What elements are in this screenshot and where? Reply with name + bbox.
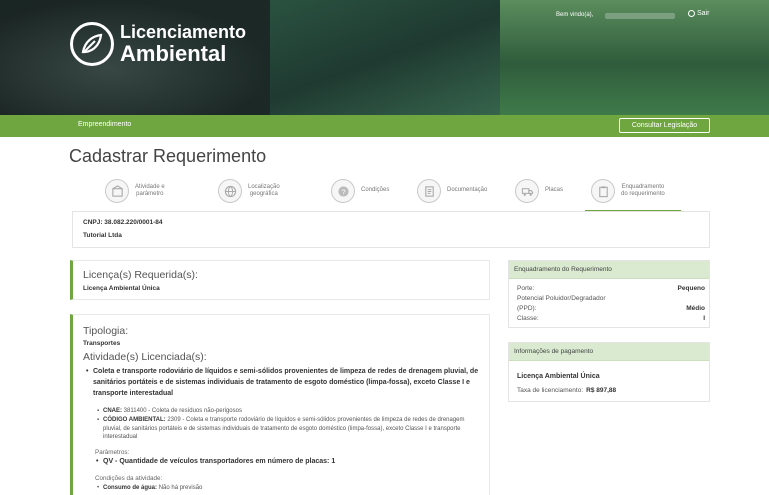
- consult-legislation-button[interactable]: Consultar Legislação: [619, 118, 710, 133]
- license-heading: Licença(s) Requerida(s):: [83, 269, 198, 281]
- page-title: Cadastrar Requerimento: [69, 146, 267, 166]
- globe-icon: [218, 179, 242, 203]
- svg-text:?: ?: [341, 187, 345, 196]
- classe-value: I: [703, 315, 705, 322]
- fee-value: R$ 897,88: [586, 387, 617, 394]
- classification-heading: Enquadramento do Requerimento: [509, 261, 709, 279]
- step-label: Enquadramento: [621, 183, 665, 190]
- license-value: Licença Ambiental Única: [83, 285, 160, 292]
- activity-text: Coleta e transporte rodoviário de líquid…: [93, 368, 479, 397]
- step-sublabel: parâmetro: [136, 191, 164, 197]
- payment-panel: Informações de pagamento Licença Ambient…: [508, 342, 710, 402]
- box-icon: [105, 179, 129, 203]
- cnae-label: CNAE:: [103, 408, 122, 414]
- payment-fee: Taxa de licenciamento: R$ 897,88: [517, 387, 616, 394]
- ppd-value: Médio: [686, 305, 705, 312]
- bullet-icon: •: [96, 458, 99, 465]
- water-label: Consumo de água:: [103, 485, 158, 491]
- logout-label: Sair: [697, 10, 710, 17]
- question-icon: ?: [331, 179, 355, 203]
- brand-line1: Licenciamento: [120, 22, 247, 42]
- payment-license: Licença Ambiental Única: [517, 373, 600, 380]
- welcome-text: Bem vindo(a),: [556, 12, 594, 18]
- company-name: Tutorial Ltda: [83, 232, 122, 239]
- typology-panel: Tipologia: Transportes Atividade(s) Lice…: [70, 314, 490, 495]
- typology-heading: Tipologia:: [83, 325, 129, 337]
- cnae-item: ▪ CNAE: 3811400 - Coleta de resíduos não…: [97, 407, 479, 416]
- bullet-icon: ▪: [97, 417, 100, 423]
- classe-row: Classe: I: [517, 315, 705, 322]
- company-info: CNPJ: 38.082.220/0001-84 Tutorial Ltda: [72, 211, 710, 248]
- step-label: Placas: [545, 187, 564, 194]
- step-placas[interactable]: Placas: [515, 174, 563, 208]
- bullet-icon: •: [97, 485, 100, 491]
- logout-link[interactable]: Sair: [688, 10, 709, 17]
- activity-item: • Coleta e transporte rodoviário de líqu…: [86, 367, 481, 400]
- activities-heading: Atividade(s) Licenciada(s):: [83, 351, 207, 363]
- step-label: Documentação: [447, 187, 488, 194]
- water-value: Não há previsão: [158, 485, 203, 491]
- step-sublabel: do requerimento: [621, 191, 665, 197]
- company-cnpj: CNPJ: 38.082.220/0001-84: [83, 219, 163, 226]
- porte-label: Porte:: [517, 285, 535, 292]
- main-navbar: Empreendimento Consultar Legislação: [0, 115, 769, 137]
- truck-icon: [515, 179, 539, 203]
- fee-label: Taxa de licenciamento:: [517, 387, 584, 394]
- step-label: Localização: [248, 183, 280, 190]
- step-localizacao[interactable]: Localização geográfica: [218, 174, 280, 208]
- ppd-label: Potencial Poluidor/Degradador: [517, 295, 606, 302]
- codigo-label: CÓDIGO AMBIENTAL:: [103, 417, 166, 423]
- porte-row: Porte: Pequeno: [517, 285, 705, 292]
- clipboard-icon: [591, 179, 615, 203]
- brand-line2: Ambiental: [120, 40, 227, 66]
- conditions-label: Condições da atividade:: [95, 475, 163, 482]
- classe-label: Classe:: [517, 315, 539, 322]
- classification-panel: Enquadramento do Requerimento Porte: Peq…: [508, 260, 710, 328]
- porte-value: Pequeno: [677, 285, 705, 292]
- step-label: Condições: [361, 187, 390, 194]
- document-icon: [417, 179, 441, 203]
- water-item: • Consumo de água: Não há previsão: [97, 484, 479, 493]
- bullet-icon: •: [86, 368, 89, 375]
- param-text: QV - Quantidade de veículos transportado…: [103, 458, 336, 465]
- header-banner: Licenciamento Ambiental Bem vindo(a), Sa…: [0, 0, 769, 115]
- nav-item-empreendimento[interactable]: Empreendimento: [78, 121, 131, 128]
- bullet-icon: ▪: [97, 408, 100, 414]
- leaf-icon: [70, 22, 114, 66]
- license-panel: Licença(s) Requerida(s): Licença Ambient…: [70, 260, 490, 300]
- ppd-row: (PPD): Médio: [517, 305, 705, 312]
- step-enquadramento[interactable]: Enquadramento do requerimento: [585, 174, 681, 212]
- ppd-label-row: Potencial Poluidor/Degradador: [517, 295, 705, 302]
- params-label: Parâmetros:: [95, 449, 130, 456]
- cnae-value: 3811400 - Coleta de resíduos não-perigos…: [123, 408, 242, 414]
- step-documentacao[interactable]: Documentação: [417, 174, 487, 208]
- step-label: Atividade e: [135, 183, 165, 190]
- step-sublabel: geográfica: [249, 191, 278, 197]
- wizard-steps: Atividade e parâmetro Localização geográfi…: [105, 174, 685, 212]
- ppd-label-suffix: (PPD):: [517, 305, 537, 312]
- codigo-item: ▪ CÓDIGO AMBIENTAL: 2309 - Coleta e tran…: [97, 416, 479, 442]
- typology-value: Transportes: [83, 340, 121, 347]
- brand-logo[interactable]: Licenciamento Ambiental: [70, 22, 246, 66]
- header-photo-factory: [270, 0, 500, 115]
- step-atividade[interactable]: Atividade e parâmetro: [105, 174, 165, 208]
- username-redacted: [605, 13, 675, 19]
- step-condicoes[interactable]: ? Condições: [331, 174, 389, 208]
- payment-heading: Informações de pagamento: [509, 343, 709, 361]
- power-icon: [688, 10, 695, 17]
- param-item: • QV - Quantidade de veículos transporta…: [96, 458, 336, 465]
